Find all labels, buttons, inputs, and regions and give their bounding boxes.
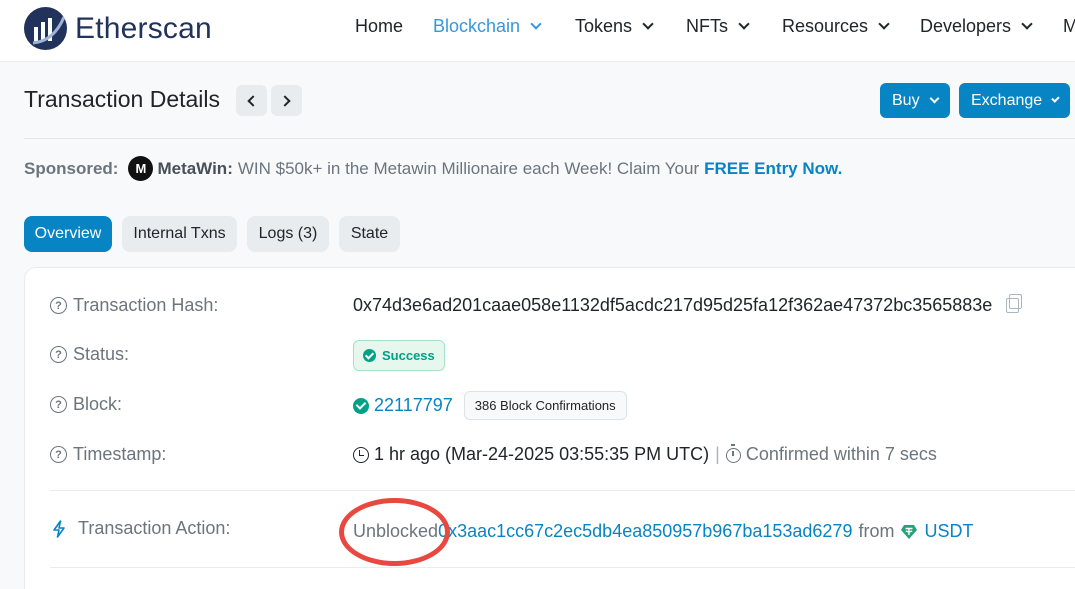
copy-icon[interactable] — [1006, 294, 1023, 313]
sponsor-brand: MetaWin: — [157, 158, 233, 178]
block-label-row: ? Block: — [50, 394, 122, 415]
stopwatch-icon — [725, 444, 741, 463]
chevron-left-icon — [247, 94, 259, 107]
action-address-link[interactable]: 0x3aac1cc67c2ec5db4ea850957b967ba153ad62… — [438, 521, 852, 542]
hash-label-row: ? Transaction Hash: — [50, 295, 218, 316]
next-transaction-button[interactable] — [271, 85, 302, 116]
action-from: from — [858, 521, 895, 541]
clock-icon — [353, 446, 369, 463]
header-divider — [24, 138, 1075, 139]
block-number-link[interactable]: 22117797 — [374, 395, 453, 416]
nav-more[interactable]: M — [1063, 16, 1075, 37]
action-verb: Unblocked — [353, 521, 439, 541]
action-label: Transaction Action: — [78, 518, 231, 538]
tab-internal-txns[interactable]: Internal Txns — [122, 216, 237, 252]
nav-tokens[interactable]: Tokens — [575, 16, 654, 37]
chevron-down-icon — [738, 18, 750, 30]
exchange-button[interactable]: Exchange — [959, 83, 1070, 118]
timestamp-value: 1 hr ago (Mar-24-2025 03:55:35 PM UTC) — [374, 444, 710, 464]
status-badge: Success — [353, 340, 445, 371]
status-text: Success — [382, 348, 435, 363]
tab-state[interactable]: State — [339, 216, 400, 252]
etherscan-logo-icon — [24, 7, 67, 50]
question-circle-icon[interactable]: ? — [50, 446, 67, 463]
chevron-down-icon — [929, 93, 940, 103]
check-circle-icon — [353, 397, 369, 414]
status-value-row: Success — [353, 340, 445, 371]
sponsor-cta-link[interactable]: FREE Entry Now. — [704, 159, 842, 179]
sponsored-label: Sponsored: — [24, 158, 119, 178]
chevron-down-icon — [878, 18, 890, 30]
block-confirmations-badge: 386 Block Confirmations — [463, 391, 627, 420]
chevron-down-icon — [530, 18, 542, 30]
hash-label: Transaction Hash: — [73, 295, 219, 315]
check-circle-icon — [363, 349, 376, 362]
chevron-right-icon — [279, 94, 291, 107]
block-value-row: 22117797 386 Block Confirmations — [353, 391, 627, 420]
etherscan-logo[interactable]: Etherscan — [24, 7, 212, 50]
tether-icon — [901, 524, 918, 539]
nav-nfts[interactable]: NFTs — [686, 16, 750, 37]
timestamp-label: Timestamp: — [73, 444, 167, 464]
metawin-logo-icon: M — [128, 156, 154, 181]
status-label-row: ? Status: — [50, 344, 129, 365]
hash-value-row: 0x74d3e6ad201caae058e1132df5acdc217d95d2… — [353, 294, 1023, 316]
timestamp-label-row: ? Timestamp: — [50, 444, 166, 465]
page-title: Transaction Details — [24, 86, 221, 112]
confirmed-within: Confirmed within 7 secs — [745, 444, 937, 464]
status-label: Status: — [73, 344, 130, 364]
chevron-down-icon — [642, 18, 654, 30]
action-value-row: Unblocked 0x3aac1cc67c2ec5db4ea850957b96… — [353, 521, 973, 542]
nav-home[interactable]: Home — [355, 16, 403, 37]
sponsored-banner: Sponsored: M MetaWin: WIN $50k+ in the M… — [24, 156, 842, 181]
chevron-down-icon — [1051, 93, 1060, 103]
lightning-icon — [53, 519, 65, 538]
logo-text: Etherscan — [75, 11, 212, 45]
nav-resources[interactable]: Resources — [782, 16, 890, 37]
previous-transaction-button[interactable] — [236, 85, 267, 116]
transaction-hash: 0x74d3e6ad201caae058e1132df5acdc217d95d2… — [353, 295, 993, 315]
question-circle-icon[interactable]: ? — [50, 346, 67, 363]
top-navbar: Etherscan Home Blockchain Tokens NFTs Re… — [0, 0, 1075, 62]
token-link[interactable]: USDT — [924, 521, 973, 542]
section-divider — [50, 490, 1075, 491]
question-circle-icon[interactable]: ? — [50, 396, 67, 413]
tab-overview[interactable]: Overview — [24, 216, 112, 252]
nav-developers[interactable]: Developers — [920, 16, 1033, 37]
block-label: Block: — [73, 394, 123, 414]
sponsor-text: WIN $50k+ in the Metawin Millionaire eac… — [237, 158, 700, 178]
question-circle-icon[interactable]: ? — [50, 297, 67, 314]
timestamp-value-row: 1 hr ago (Mar-24-2025 03:55:35 PM UTC) |… — [353, 444, 937, 465]
separator: | — [715, 444, 720, 464]
chevron-down-icon — [1021, 18, 1033, 30]
tab-logs[interactable]: Logs (3) — [247, 216, 329, 252]
section-divider — [50, 567, 1075, 568]
buy-button[interactable]: Buy — [880, 83, 950, 118]
nav-blockchain[interactable]: Blockchain — [433, 16, 542, 37]
action-label-row: Transaction Action: — [52, 518, 230, 539]
